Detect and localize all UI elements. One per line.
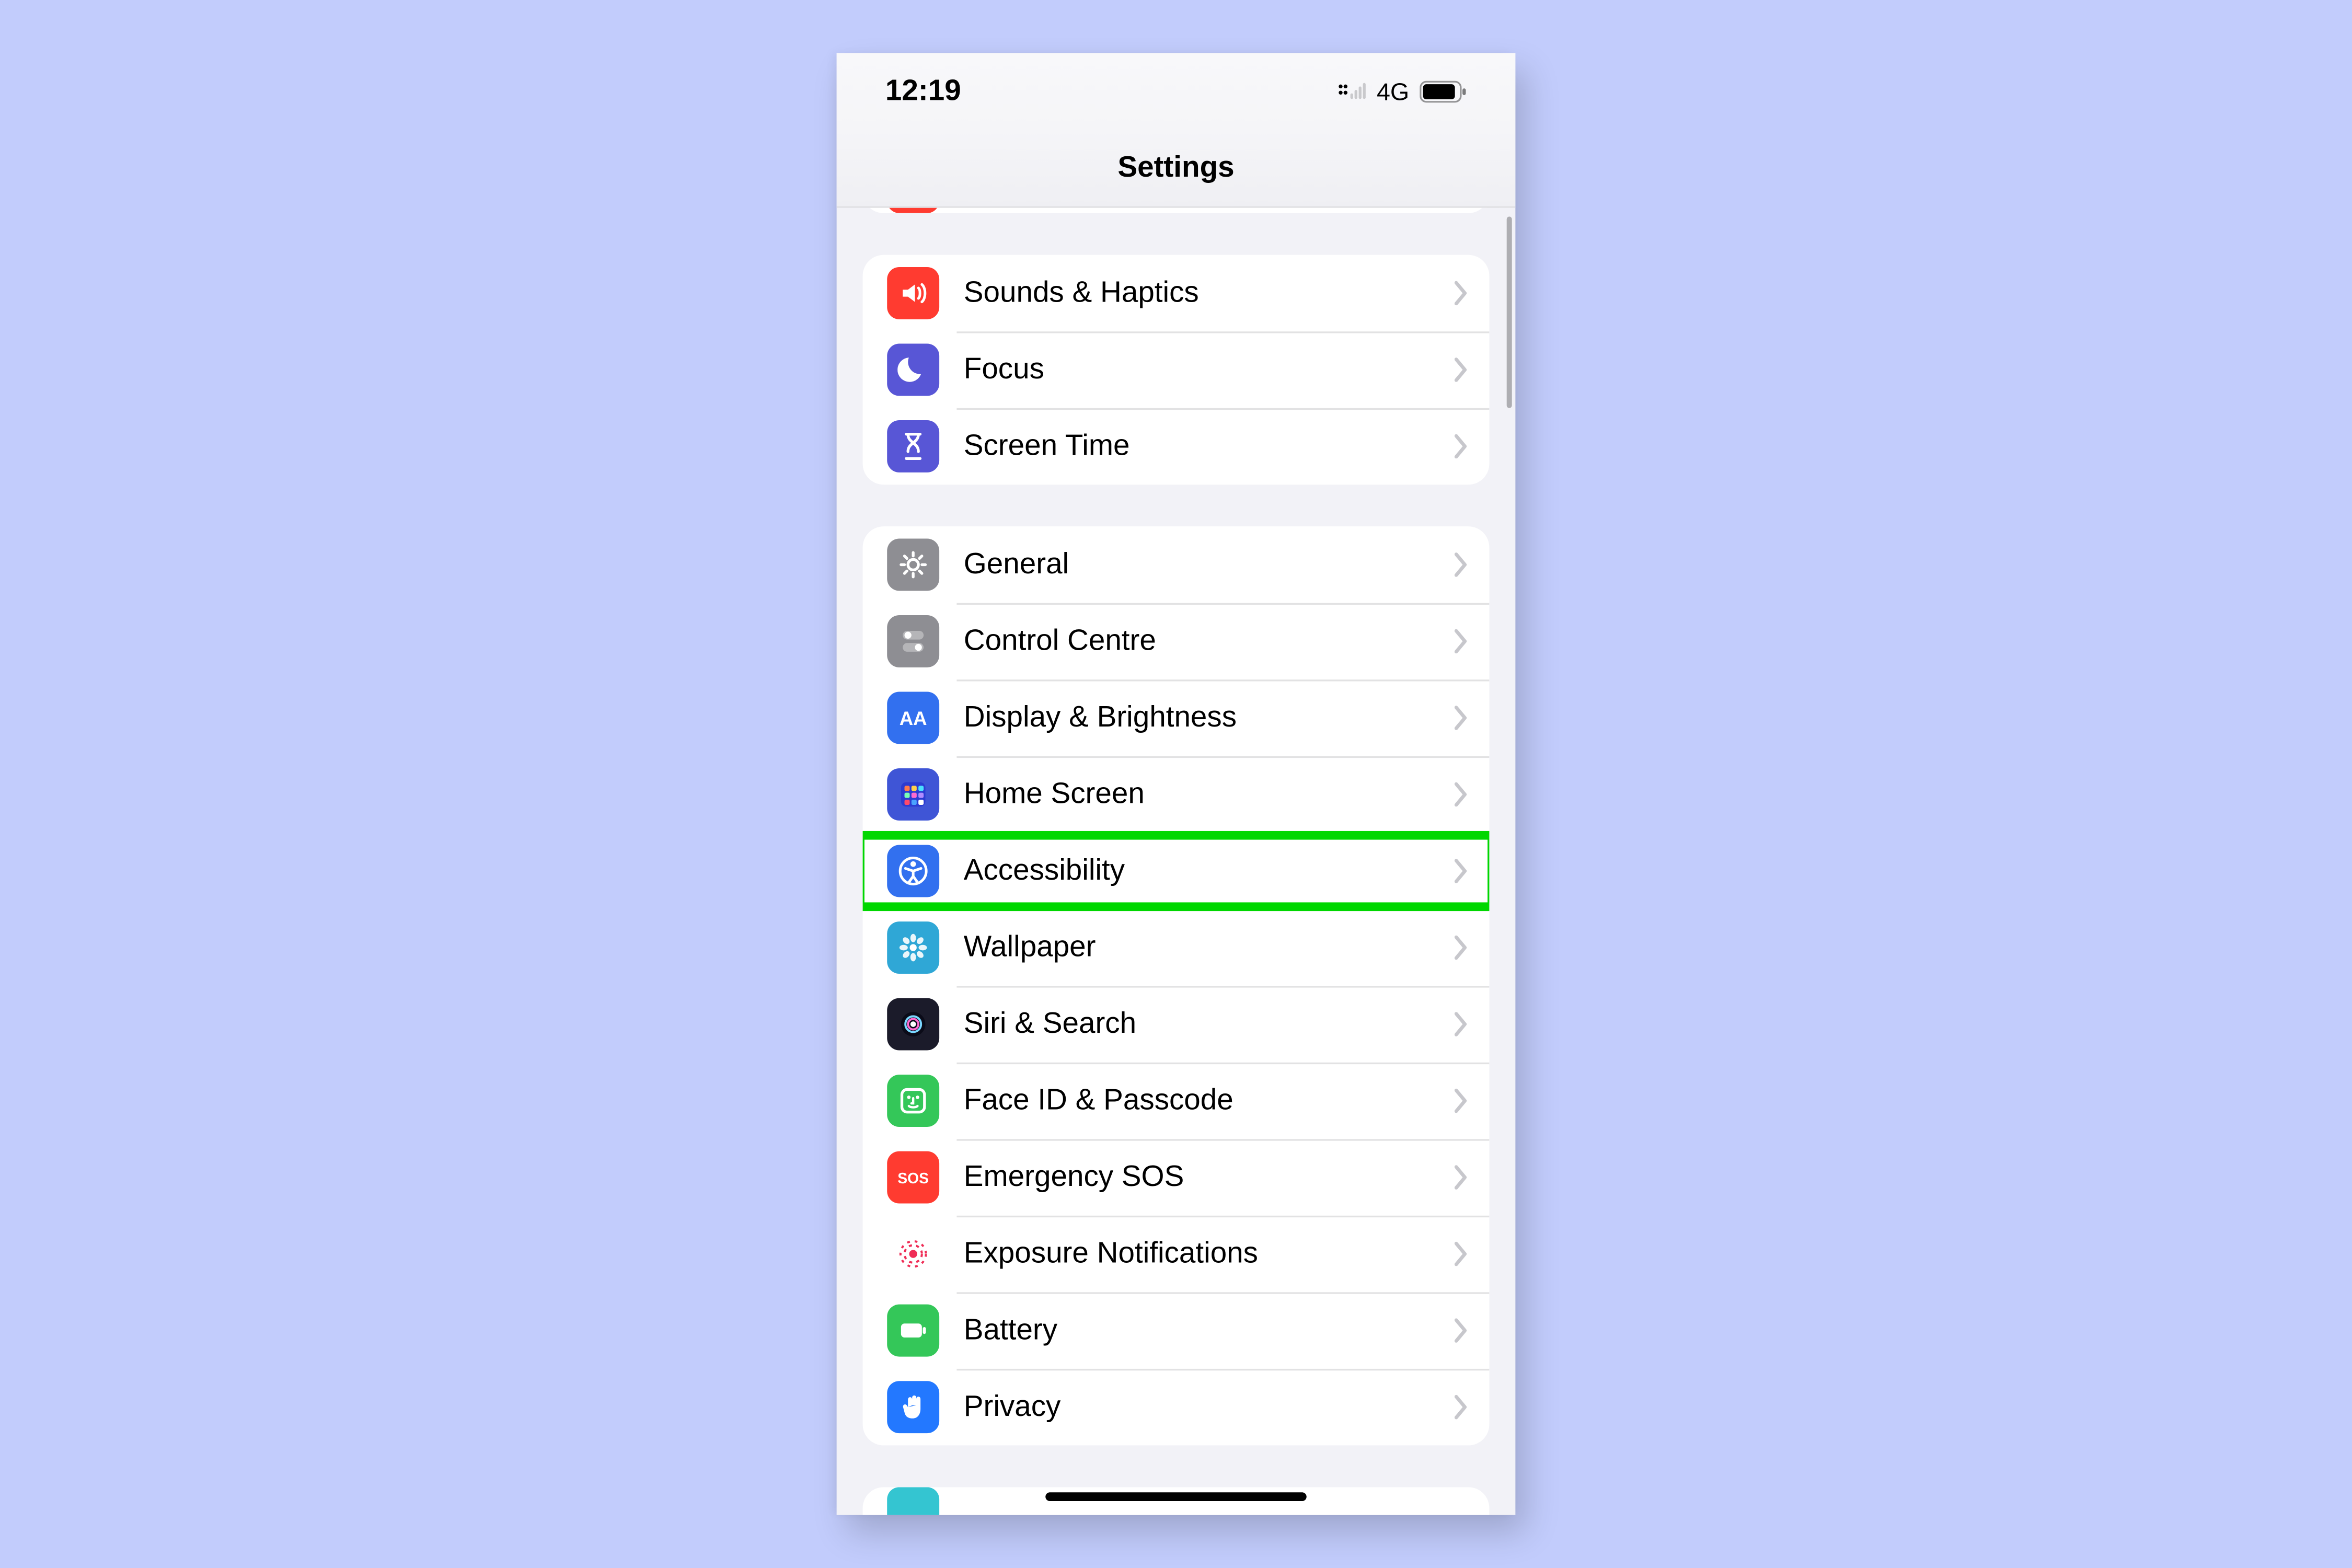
status-bar: 12:19 4G <box>837 53 1516 130</box>
chevron-right-icon <box>1455 1395 1469 1420</box>
page-title: Settings <box>1117 151 1234 186</box>
row-accessibility[interactable]: Accessibility <box>863 833 1490 909</box>
row-label: Battery <box>964 1313 1444 1348</box>
blank-teal-icon <box>887 1487 939 1515</box>
row-focus[interactable]: Focus <box>863 331 1490 408</box>
dual-sim-signal-icon <box>1339 81 1366 102</box>
chevron-right-icon <box>1455 1242 1469 1266</box>
status-right-cluster: 4G <box>1339 77 1467 105</box>
gear-icon <box>887 538 939 591</box>
chevron-right-icon <box>1455 936 1469 960</box>
settings-group: General Control Centre Display & Brightnes… <box>863 526 1490 1445</box>
row-label: Accessibility <box>964 854 1444 889</box>
battery-icon <box>1420 80 1467 102</box>
grid-icon <box>887 768 939 821</box>
siri-icon <box>887 998 939 1051</box>
scroll-indicator <box>1507 216 1512 408</box>
battery-icon <box>887 1305 939 1357</box>
row-label: Emergency SOS <box>964 1160 1444 1195</box>
chevron-right-icon <box>1455 552 1469 577</box>
row-label: Display & Brightness <box>964 700 1444 735</box>
chevron-right-icon <box>1455 1165 1469 1190</box>
row-label: Face ID & Passcode <box>964 1083 1444 1119</box>
chevron-right-icon <box>1455 706 1469 730</box>
hourglass-icon <box>887 420 939 472</box>
chevron-right-icon <box>1455 434 1469 459</box>
row-exposure-notifications[interactable]: Exposure Notifications <box>863 1216 1490 1293</box>
row-privacy[interactable]: Privacy <box>863 1369 1490 1446</box>
row-home-screen[interactable]: Home Screen <box>863 756 1490 833</box>
row-wallpaper[interactable]: Wallpaper <box>863 909 1490 986</box>
row-general[interactable]: General <box>863 526 1490 603</box>
settings-group: Sounds & Haptics Focus Screen Time <box>863 255 1490 485</box>
moon-icon <box>887 344 939 396</box>
chevron-right-icon <box>1455 782 1469 807</box>
faceid-icon <box>887 1075 939 1127</box>
chevron-right-icon <box>1455 1089 1469 1113</box>
chevron-right-icon <box>1455 1318 1469 1343</box>
exposure-icon <box>887 1228 939 1280</box>
row-battery[interactable]: Battery <box>863 1292 1490 1369</box>
chevron-right-icon <box>1455 358 1469 382</box>
row-control-centre[interactable]: Control Centre <box>863 603 1490 680</box>
phone-frame: 12:19 4G <box>837 53 1516 1515</box>
speaker-icon <box>887 267 939 319</box>
row-label: Screen Time <box>964 429 1444 464</box>
row-emergency-sos[interactable]: Emergency SOS <box>863 1139 1490 1216</box>
row-label: Privacy <box>964 1389 1444 1425</box>
row-label: Wallpaper <box>964 930 1444 965</box>
network-label: 4G <box>1377 77 1409 105</box>
row-sounds-haptics[interactable]: Sounds & Haptics <box>863 255 1490 332</box>
row-label: Exposure Notifications <box>964 1236 1444 1272</box>
switches-icon <box>887 615 939 667</box>
row-label: Sounds & Haptics <box>964 275 1444 311</box>
row-label: Focus <box>964 352 1444 387</box>
row-label: Home Screen <box>964 777 1444 812</box>
chevron-right-icon <box>1455 859 1469 883</box>
row-face-id-passcode[interactable]: Face ID & Passcode <box>863 1063 1490 1139</box>
flower-icon <box>887 921 939 974</box>
home-indicator[interactable] <box>1045 1492 1307 1501</box>
accessibility-icon <box>887 845 939 897</box>
chevron-right-icon <box>1455 1012 1469 1036</box>
hand-icon <box>887 1381 939 1433</box>
sos-icon <box>887 1151 939 1204</box>
row-label: Control Centre <box>964 624 1444 659</box>
nav-header: Settings <box>837 130 1516 208</box>
aa-icon <box>887 692 939 744</box>
row-label: General <box>964 547 1444 582</box>
settings-scroll[interactable]: Sounds & Haptics Focus Screen Time General C… <box>837 206 1516 1515</box>
row-label: Siri & Search <box>964 1007 1444 1042</box>
chevron-right-icon <box>1455 629 1469 654</box>
status-time: 12:19 <box>885 74 961 109</box>
row-screen-time[interactable]: Screen Time <box>863 408 1490 485</box>
chevron-right-icon <box>1455 281 1469 306</box>
row-display-brightness[interactable]: Display & Brightness <box>863 679 1490 756</box>
row-siri-search[interactable]: Siri & Search <box>863 986 1490 1063</box>
